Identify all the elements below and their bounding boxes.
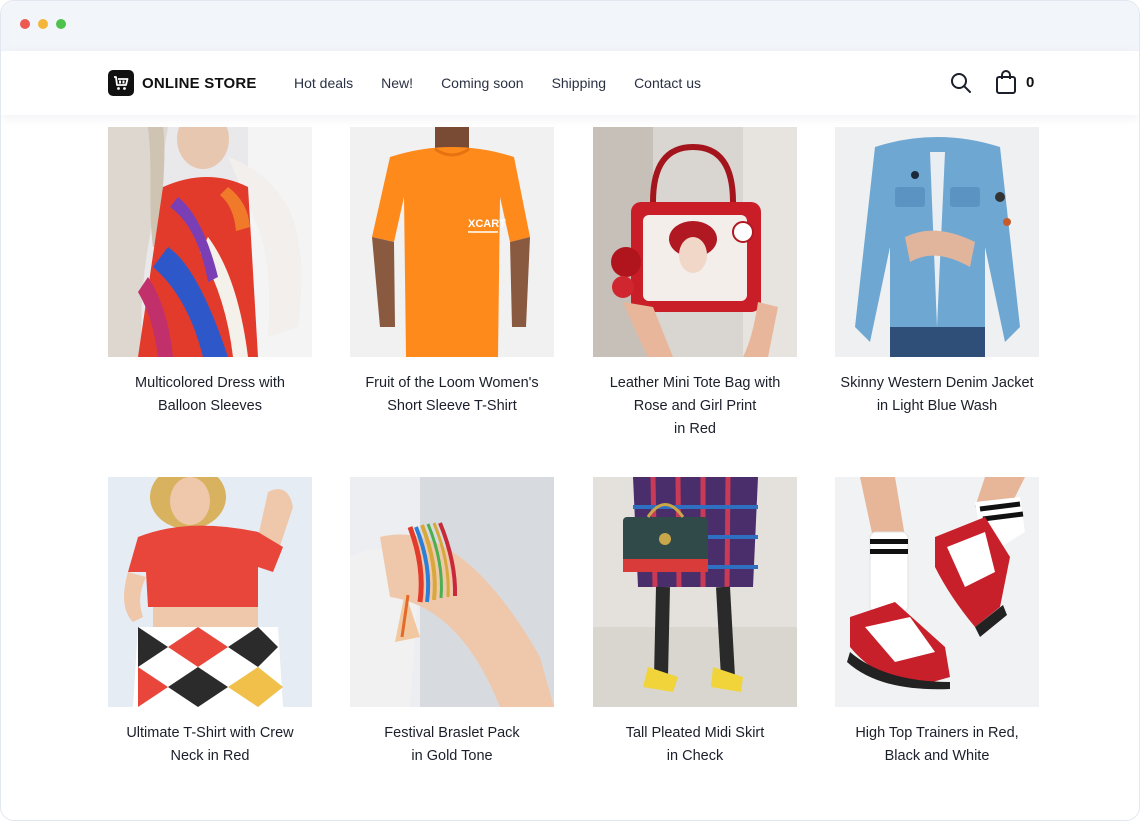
nav-contact-us[interactable]: Contact us: [634, 75, 701, 91]
store-logo[interactable]: ONLINE STORE: [108, 70, 257, 96]
cart-button[interactable]: 0: [995, 69, 1034, 95]
product-name[interactable]: Festival Braslet Pack in Gold Tone: [342, 722, 562, 768]
product-image-bracelets[interactable]: [350, 477, 554, 707]
product-image-red-tshirt[interactable]: [108, 477, 312, 707]
nav-hot-deals[interactable]: Hot deals: [294, 75, 353, 91]
product-image-trainers[interactable]: [835, 477, 1039, 707]
site-header: ONLINE STORE Hot deals New! Coming soon …: [1, 51, 1139, 115]
product-card[interactable]: High Top Trainers in Red, Black and Whit…: [835, 477, 1039, 768]
product-name[interactable]: Leather Mini Tote Bag with Rose and Girl…: [585, 372, 805, 441]
search-button[interactable]: [949, 71, 973, 95]
close-window-button[interactable]: [20, 19, 30, 29]
minimize-window-button[interactable]: [38, 19, 48, 29]
product-image-skirt[interactable]: [593, 477, 797, 707]
cart-count: 0: [1026, 73, 1035, 91]
window-titlebar: [1, 1, 1139, 51]
product-card[interactable]: Multicolored Dress with Balloon Sleeves: [108, 127, 312, 418]
maximize-window-button[interactable]: [56, 19, 66, 29]
nav-coming-soon[interactable]: Coming soon: [441, 75, 524, 91]
browser-window: ONLINE STORE Hot deals New! Coming soon …: [0, 0, 1140, 821]
product-card[interactable]: Tall Pleated Midi Skirt in Check: [593, 477, 797, 768]
product-image-dress[interactable]: [108, 127, 312, 357]
product-name[interactable]: Multicolored Dress with Balloon Sleeves: [100, 372, 320, 418]
product-name[interactable]: High Top Trainers in Red, Black and Whit…: [827, 722, 1047, 768]
product-image-denim-jacket[interactable]: [835, 127, 1039, 357]
product-card[interactable]: Festival Braslet Pack in Gold Tone: [350, 477, 554, 768]
main-nav: Hot deals New! Coming soon Shipping Cont…: [294, 75, 729, 91]
product-image-red-bag[interactable]: [593, 127, 797, 357]
nav-new[interactable]: New!: [381, 75, 413, 91]
product-image-orange-tshirt[interactable]: XCART: [350, 127, 554, 357]
product-name[interactable]: Skinny Western Denim Jacket in Light Blu…: [827, 372, 1047, 418]
cart-logo-icon: [108, 70, 134, 96]
shopping-bag-icon: [996, 70, 1016, 94]
product-card[interactable]: Skinny Western Denim Jacket in Light Blu…: [835, 127, 1039, 418]
logo-text: ONLINE STORE: [142, 74, 257, 92]
product-name[interactable]: Tall Pleated Midi Skirt in Check: [585, 722, 805, 768]
product-name[interactable]: Fruit of the Loom Women's Short Sleeve T…: [342, 372, 562, 418]
search-icon: [951, 73, 971, 93]
svg-text:XCART: XCART: [468, 218, 506, 230]
product-card[interactable]: Leather Mini Tote Bag with Rose and Girl…: [593, 127, 797, 441]
product-name[interactable]: Ultimate T-Shirt with Crew Neck in Red: [100, 722, 320, 768]
product-card[interactable]: Ultimate T-Shirt with Crew Neck in Red: [108, 477, 312, 768]
nav-shipping[interactable]: Shipping: [552, 75, 607, 91]
product-card[interactable]: XCART Fruit of the Loom Women's Short Sl…: [350, 127, 554, 418]
